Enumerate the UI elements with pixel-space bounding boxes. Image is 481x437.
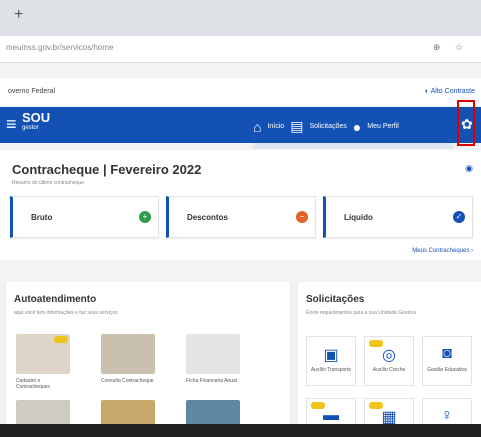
transport-aid-button[interactable]: ▣ Auxílio Transporte: [306, 336, 356, 386]
page-title: Contracheque | Fevereiro 2022: [12, 162, 202, 177]
financial-record-tile-image[interactable]: [186, 334, 240, 374]
requests-subtitle: Envie requerimentos para a sua Unidade G…: [306, 310, 417, 316]
user-icon[interactable]: ●: [353, 119, 361, 135]
my-paychecks-link[interactable]: Meus Contracheques ›: [412, 248, 473, 254]
deductions-label: Descontos: [187, 213, 228, 222]
card-icon: ▬: [323, 407, 339, 424]
header-sub-strip: [253, 143, 453, 149]
document-icon[interactable]: ▤: [290, 118, 303, 135]
self-service-panel: Autoatendimento aqui você tem informaçõe…: [6, 282, 290, 437]
hamburger-menu-icon[interactable]: ≡: [6, 115, 17, 133]
self-service-title: Autoatendimento: [14, 294, 97, 305]
check-icon: ✓: [453, 211, 465, 223]
requests-title: Solicitações: [306, 294, 365, 305]
highlight-box: [457, 100, 475, 146]
paycheck-subtitle: Resumo do último contracheque: [12, 180, 84, 186]
sou-gestor-logo[interactable]: SOU gestor: [22, 111, 50, 133]
financial-record-tile-caption[interactable]: Ficha Financeira Anual: [186, 378, 244, 384]
registration-tile-caption[interactable]: Cadastro e Contracheques: [16, 378, 74, 390]
new-tab-button[interactable]: +: [14, 6, 23, 24]
minus-icon: −: [296, 211, 308, 223]
site-header: ≡ SOU gestor ⌂ Início ▤ Solicitações ● M…: [0, 107, 481, 143]
requests-panel: Solicitações Envie requerimentos para a …: [298, 282, 481, 437]
high-contrast-toggle[interactable]: ◐ Alto Contraste: [425, 88, 475, 95]
paycheck-query-tile-caption[interactable]: Consulta Contracheque: [101, 378, 159, 384]
gross-label: Bruto: [31, 213, 53, 222]
deductions-card[interactable]: Descontos −: [166, 196, 316, 238]
net-card[interactable]: Líquido ✓: [323, 196, 473, 238]
gross-card[interactable]: Bruto +: [10, 196, 159, 238]
education-button[interactable]: ◙ Gestão Educativa: [422, 336, 472, 386]
bus-icon: ▣: [323, 347, 339, 364]
nav-home-label[interactable]: Início: [267, 123, 284, 130]
education-caption: Gestão Educativa: [427, 367, 467, 373]
nav-profile-label[interactable]: Meu Perfil: [367, 123, 399, 130]
url-text[interactable]: meuinss.gov.br/servicos/home: [6, 43, 113, 52]
browser-tab-strip: +: [0, 0, 481, 36]
daycare-aid-button[interactable]: ◎ Auxílio Creche: [364, 336, 414, 386]
registration-tile-image[interactable]: [16, 334, 70, 374]
paycheck-section: Contracheque | Fevereiro 2022 Resumo do …: [0, 150, 481, 260]
gov-bar: overno Federal ◐ Alto Contraste: [0, 78, 481, 106]
search-icon: ◎: [382, 347, 396, 364]
person-icon: ♀: [441, 407, 453, 424]
net-label: Líquido: [344, 213, 373, 222]
gov-federal-link[interactable]: overno Federal: [8, 88, 55, 95]
transport-aid-caption: Auxílio Transporte: [310, 367, 352, 373]
bottom-overlay-bar: [0, 424, 481, 437]
address-bar[interactable]: meuinss.gov.br/servicos/home ⊕ ☆: [0, 36, 481, 63]
new-badge: [54, 336, 68, 343]
header-nav: ⌂ Início ▤ Solicitações ● Meu Perfil: [253, 118, 399, 135]
eye-icon[interactable]: ◉: [465, 163, 473, 174]
plus-icon: +: [139, 211, 151, 223]
home-icon[interactable]: ⌂: [253, 119, 261, 135]
self-service-subtitle: aqui você tem informações e faz seus ser…: [14, 310, 118, 316]
daycare-aid-caption: Auxílio Creche: [372, 367, 406, 373]
paycheck-query-tile-image[interactable]: [101, 334, 155, 374]
nav-requests-label[interactable]: Solicitações: [309, 123, 346, 130]
money-icon: ◙: [442, 345, 452, 362]
address-bar-icons[interactable]: ⊕ ☆: [433, 42, 469, 53]
